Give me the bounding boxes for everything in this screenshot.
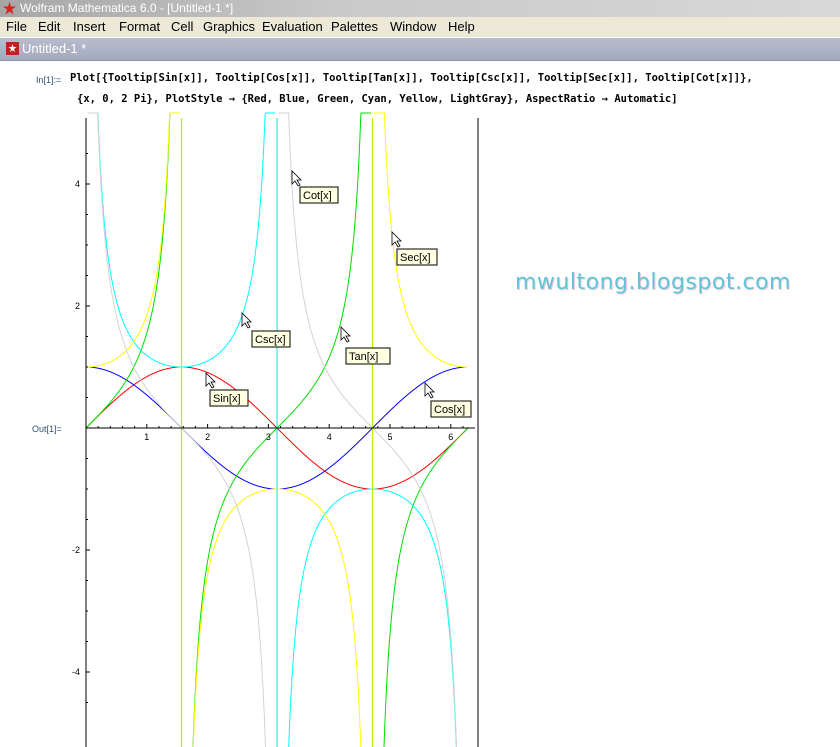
tooltip-label: Csc[x]: [255, 334, 286, 346]
tooltip-label: Sin[x]: [213, 393, 241, 405]
tooltip-cscx: Csc[x]: [241, 312, 291, 348]
plot-curves: [85, 112, 469, 747]
tooltip-secx: Sec[x]: [391, 231, 438, 266]
tooltip-label: Tan[x]: [349, 351, 378, 363]
x-tick-label: 1: [144, 432, 149, 442]
tooltip-sinx: Sin[x]: [205, 372, 249, 407]
x-tick-label: 3: [266, 432, 271, 442]
tooltip-label: Cos[x]: [434, 404, 465, 416]
tooltip-label: Sec[x]: [400, 252, 431, 264]
plot-graphic[interactable]: 1 2 3 4 5 6 4 2 -2 -4 Cot[x] Sec[x] Csc[x] Tan[x] Sin…: [0, 0, 840, 747]
plot-axes: 1 2 3 4 5 6 4 2 -2 -4: [72, 118, 475, 747]
cursor-arrow-icon: [241, 312, 252, 329]
tooltip-cotx: Cot[x]: [291, 170, 339, 204]
x-tick-label: 4: [327, 432, 332, 442]
tooltip-tanx: Tan[x]: [340, 326, 391, 365]
cursor-arrow-icon: [424, 382, 435, 399]
x-tick-label: 5: [387, 432, 392, 442]
x-tick-label: 6: [448, 432, 453, 442]
y-tick-label: 2: [75, 301, 80, 311]
cursor-arrow-icon: [291, 170, 302, 187]
y-tick-label: -2: [72, 545, 80, 555]
y-tick-label: -4: [72, 667, 80, 677]
tooltip-label: Cot[x]: [303, 190, 332, 202]
plot-tooltips: Cot[x] Sec[x] Csc[x] Tan[x] Sin[x] Cos[x]: [205, 170, 472, 418]
cursor-arrow-icon: [340, 326, 351, 343]
y-tick-label: 4: [75, 179, 80, 189]
x-tick-label: 2: [205, 432, 210, 442]
tooltip-cosx: Cos[x]: [424, 382, 472, 418]
